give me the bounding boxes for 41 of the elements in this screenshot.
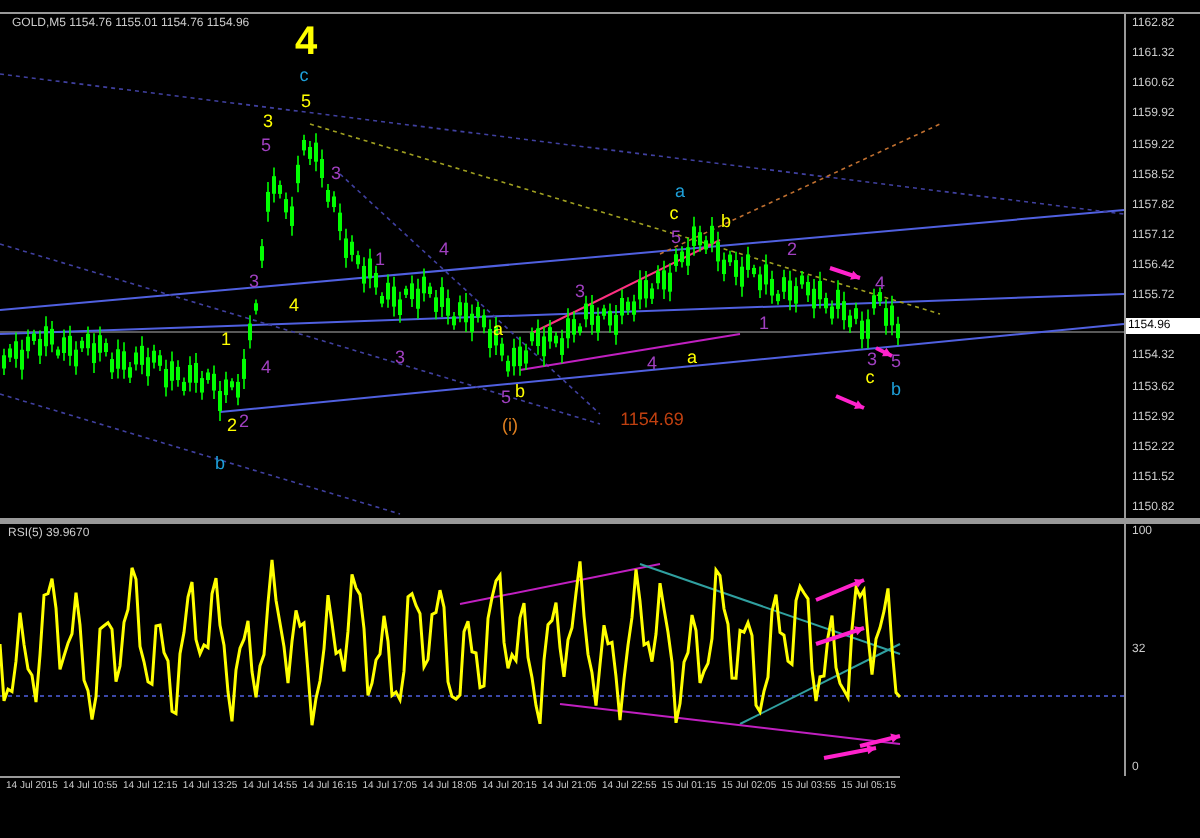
wave-label: 4 (294, 22, 318, 62)
wave-label: 5 (671, 229, 681, 247)
wave-label: 1154.69 (620, 411, 684, 429)
wave-label: (i) (502, 417, 518, 435)
wave-label: 5 (501, 389, 511, 407)
wave-label: c (299, 67, 309, 85)
wave-label: a (493, 321, 503, 339)
wave-label: 1 (759, 315, 769, 333)
wave-label: 5 (261, 137, 271, 155)
wave-label: 2 (227, 417, 237, 435)
wave-label: 1 (221, 331, 231, 349)
wave-label: c (669, 205, 679, 223)
candlestick (260, 238, 264, 269)
arrow-icon (815, 578, 865, 602)
wave-label: 4 (289, 297, 299, 315)
wave-label: 4 (439, 241, 449, 259)
wave-label: b (891, 381, 901, 399)
wave-label: 1 (375, 251, 385, 269)
wave-label: 3 (395, 349, 405, 367)
wave-label: 4 (875, 275, 885, 293)
wave-label: 2 (787, 241, 797, 259)
wave-label: c (865, 369, 875, 387)
wave-label: 5 (301, 93, 311, 111)
wave-label: 2 (239, 413, 249, 431)
wave-label: a (687, 349, 697, 367)
arrow-icon (835, 394, 865, 410)
arrow-icon (829, 266, 861, 280)
wave-label: 3 (575, 283, 585, 301)
wave-label: b (515, 383, 525, 401)
wave-label: b (215, 455, 225, 473)
wave-label: 3 (263, 113, 273, 131)
wave-label: 3 (249, 273, 259, 291)
wave-label: 3 (867, 351, 877, 369)
wave-label: 4 (261, 359, 271, 377)
wave-label: a (675, 183, 685, 201)
wave-label: 3 (331, 165, 341, 183)
wave-label: 4 (647, 355, 657, 373)
wave-label: 5 (891, 353, 901, 371)
arrow-icon (815, 626, 865, 646)
wave-label: b (721, 213, 731, 231)
arrow-icon (875, 346, 893, 358)
